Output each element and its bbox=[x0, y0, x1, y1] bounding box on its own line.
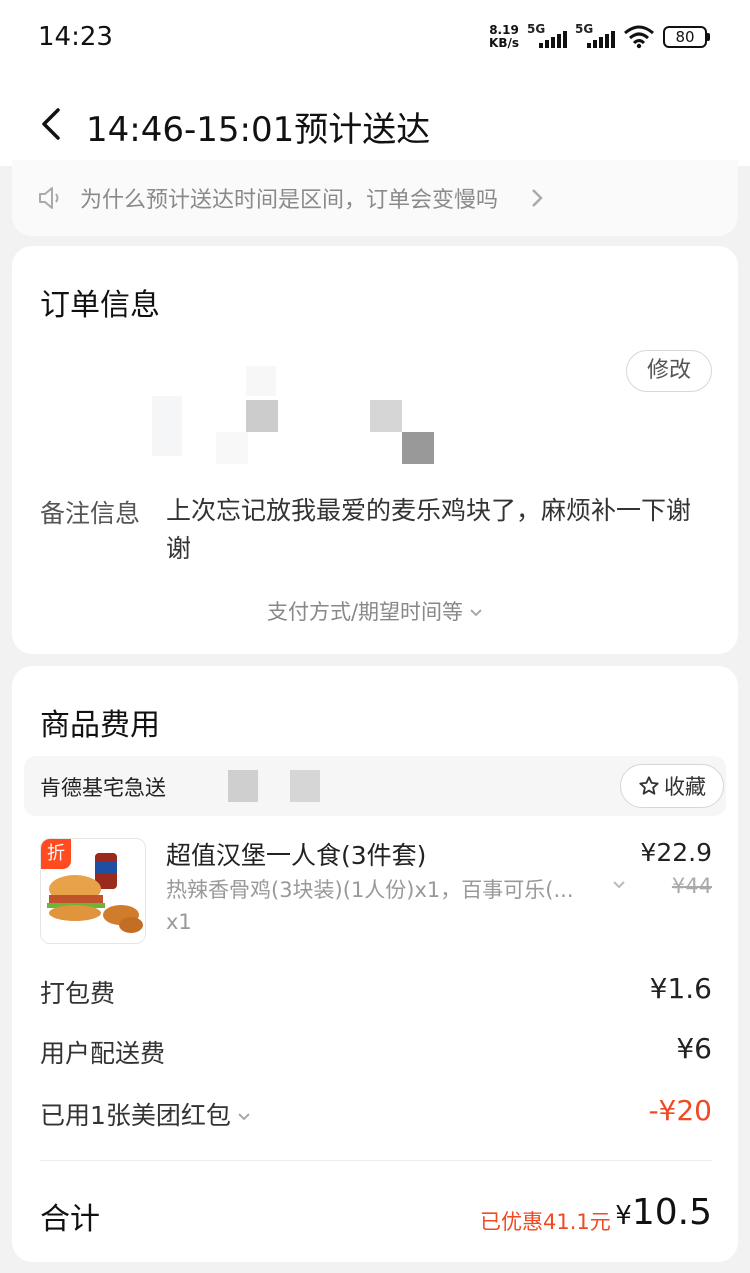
wifi-icon bbox=[624, 25, 654, 49]
status-time: 14:23 bbox=[38, 22, 113, 52]
product-image[interactable]: 折 bbox=[40, 838, 146, 944]
battery-level: 80 bbox=[663, 26, 707, 48]
page-header: 14:46-15:01预计送达 bbox=[0, 76, 750, 166]
delivery-fee-label: 用户配送费 bbox=[40, 1039, 166, 1068]
packing-fee-label: 打包费 bbox=[40, 979, 116, 1008]
coupon-label: 已用1张美团红包 bbox=[40, 1101, 231, 1130]
notice-text: 为什么预计送达时间是区间，订单会变慢吗 bbox=[80, 188, 499, 213]
order-info-title: 订单信息 bbox=[40, 288, 160, 323]
more-info-toggle[interactable]: 支付方式/期望时间等 bbox=[12, 596, 738, 626]
product-price: ¥22.9 bbox=[640, 838, 712, 867]
address-mosaic bbox=[152, 366, 452, 466]
delivery-fee-row: 用户配送费 ¥6 bbox=[40, 1032, 712, 1074]
speaker-icon bbox=[39, 187, 59, 209]
sim1-label: 5G bbox=[527, 22, 546, 36]
order-info-card: 订单信息 修改 备注信息 上次忘记放我最爱的麦乐鸡块了，麻烦补一下谢谢 支付方式… bbox=[12, 246, 738, 654]
total-label: 合计 bbox=[40, 1202, 100, 1237]
status-bar: 14:23 8.19 KB/s 5G 5G 80 bbox=[0, 0, 750, 76]
product-quantity: x1 bbox=[166, 910, 192, 934]
store-name: 肯德基宅急送 bbox=[40, 776, 166, 800]
total-value: ¥10.5 bbox=[615, 1192, 712, 1233]
modify-button[interactable]: 修改 bbox=[626, 350, 712, 392]
signal-icon-sim1: 5G bbox=[527, 22, 567, 48]
product-description: 热辣香骨鸡(3块装)(1人份)x1，百事可乐(... bbox=[166, 878, 574, 902]
product-original-price: ¥44 bbox=[671, 874, 712, 898]
network-speed-unit: KB/s bbox=[489, 36, 519, 50]
back-arrow-icon[interactable] bbox=[36, 106, 66, 142]
packing-fee-row: 打包费 ¥1.6 bbox=[40, 972, 712, 1014]
store-row[interactable]: 肯德基宅急送 收藏 bbox=[24, 756, 726, 816]
fees-card: 商品费用 肯德基宅急送 收藏 折 超值汉堡一人食(3件套) 热辣香骨鸡(3块装)… bbox=[12, 666, 738, 1262]
divider bbox=[40, 1160, 712, 1161]
remark-label: 备注信息 bbox=[40, 499, 141, 528]
sim2-label: 5G bbox=[575, 22, 594, 36]
favorite-button[interactable]: 收藏 bbox=[620, 764, 724, 808]
total-currency: ¥ bbox=[615, 1201, 632, 1231]
page-title: 14:46-15:01预计送达 bbox=[86, 110, 431, 150]
status-icons: 8.19 KB/s 5G 5G 80 bbox=[489, 20, 710, 54]
saved-amount: 已优惠41.1元 bbox=[480, 1210, 611, 1234]
coupon-label-wrap: 已用1张美团红包 bbox=[40, 1096, 251, 1132]
fees-title: 商品费用 bbox=[40, 708, 160, 743]
chevron-down-icon bbox=[238, 1113, 250, 1121]
discount-tag: 折 bbox=[41, 839, 71, 869]
chevron-right-icon bbox=[532, 189, 543, 207]
coupon-row[interactable]: 已用1张美团红包 -¥20 bbox=[40, 1094, 712, 1136]
star-icon bbox=[639, 776, 659, 795]
packing-fee-value: ¥1.6 bbox=[649, 972, 712, 1005]
battery-icon: 80 bbox=[663, 26, 710, 48]
favorite-label: 收藏 bbox=[664, 775, 706, 799]
total-amount: 10.5 bbox=[631, 1192, 712, 1233]
signal-icon-sim2: 5G bbox=[575, 22, 615, 48]
coupon-value: -¥20 bbox=[648, 1094, 712, 1127]
remark-text: 上次忘记放我最爱的麦乐鸡块了，麻烦补一下谢谢 bbox=[166, 496, 692, 563]
delivery-fee-value: ¥6 bbox=[676, 1032, 712, 1065]
chevron-down-icon[interactable] bbox=[612, 880, 626, 890]
product-name: 超值汉堡一人食(3件套) bbox=[166, 841, 427, 870]
more-info-label: 支付方式/期望时间等 bbox=[266, 600, 464, 624]
network-speed: 8.19 KB/s bbox=[489, 24, 519, 50]
store-mosaic bbox=[214, 770, 320, 802]
delivery-notice[interactable]: 为什么预计送达时间是区间，订单会变慢吗 bbox=[12, 160, 738, 236]
chevron-down-icon bbox=[470, 609, 482, 617]
